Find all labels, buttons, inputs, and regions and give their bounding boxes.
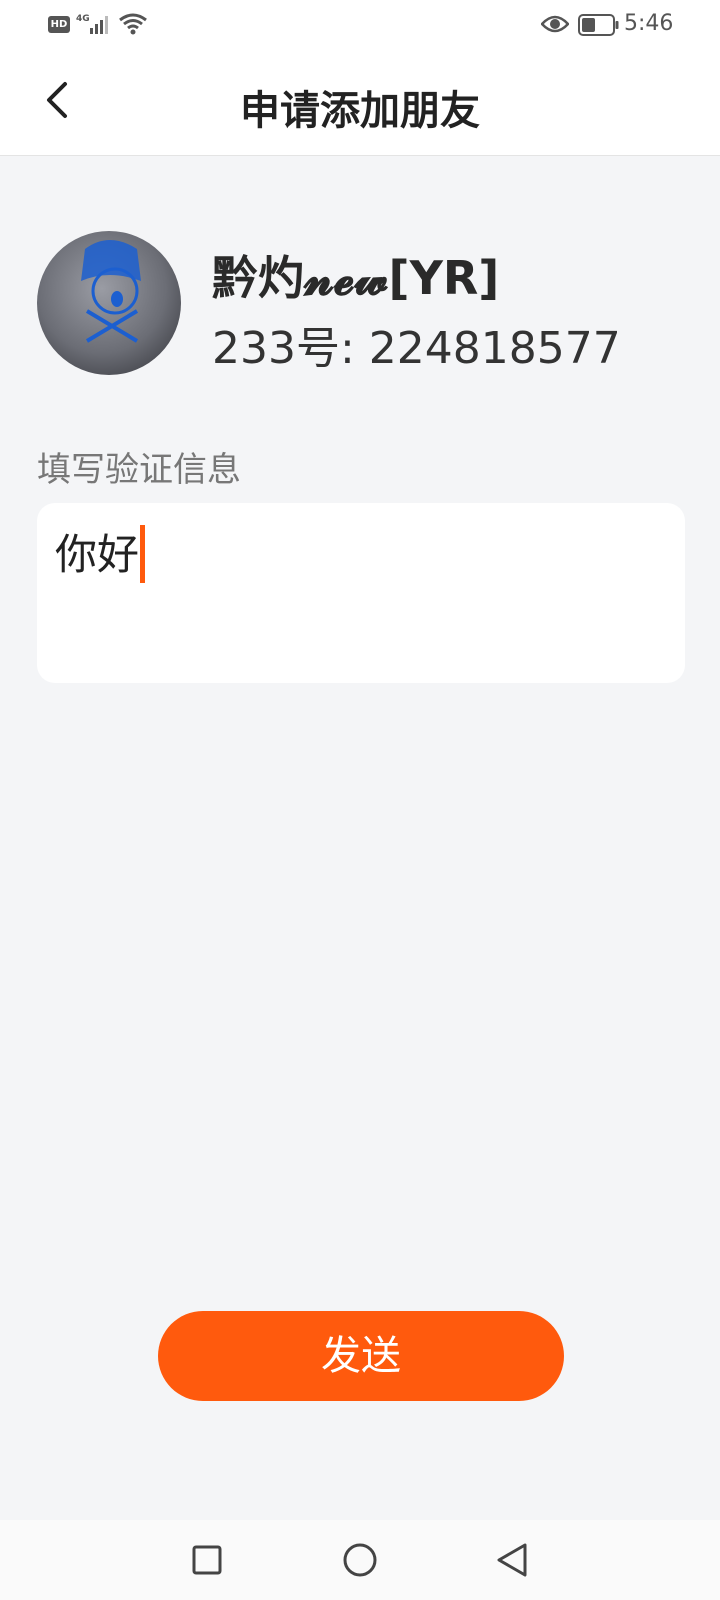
avatar-illustration bbox=[81, 240, 141, 343]
verify-label: 填写验证信息 bbox=[37, 450, 241, 490]
wifi-icon bbox=[119, 13, 147, 35]
text-caret bbox=[140, 525, 146, 583]
back-nav-button[interactable] bbox=[490, 1538, 534, 1582]
send-button[interactable]: 发送 bbox=[158, 1311, 564, 1401]
system-nav-bar bbox=[0, 1520, 720, 1600]
svg-text:4G: 4G bbox=[76, 14, 90, 24]
eye-comfort-icon bbox=[541, 15, 569, 33]
verify-message-text: 你好 bbox=[55, 530, 140, 579]
status-bar: HD 4G 5:46 bbox=[0, 0, 720, 50]
verify-message-input[interactable]: 你好 bbox=[37, 503, 685, 683]
hd-icon: HD bbox=[48, 16, 70, 33]
nickname: 黔灼𝓷𝓮𝔀[YR] bbox=[212, 251, 500, 305]
home-button[interactable] bbox=[338, 1538, 382, 1582]
recent-apps-button[interactable] bbox=[185, 1538, 229, 1582]
triangle-back-icon bbox=[497, 1543, 527, 1577]
clock: 5:46 bbox=[624, 11, 674, 36]
square-icon bbox=[192, 1545, 222, 1575]
signal-icon: 4G bbox=[76, 14, 108, 34]
circle-icon bbox=[343, 1543, 377, 1577]
avatar[interactable] bbox=[37, 231, 181, 375]
page-title: 申请添加朋友 bbox=[240, 88, 480, 134]
user-id: 233号: 224818577 bbox=[212, 323, 621, 374]
add-friend-screen: HD 4G 5:46 申请添加朋友 黔灼𝓷𝓮𝔀[YR] 233号: 224818… bbox=[0, 0, 720, 1600]
top-app-bar: 申请添加朋友 bbox=[0, 50, 720, 156]
battery-icon bbox=[578, 14, 619, 36]
